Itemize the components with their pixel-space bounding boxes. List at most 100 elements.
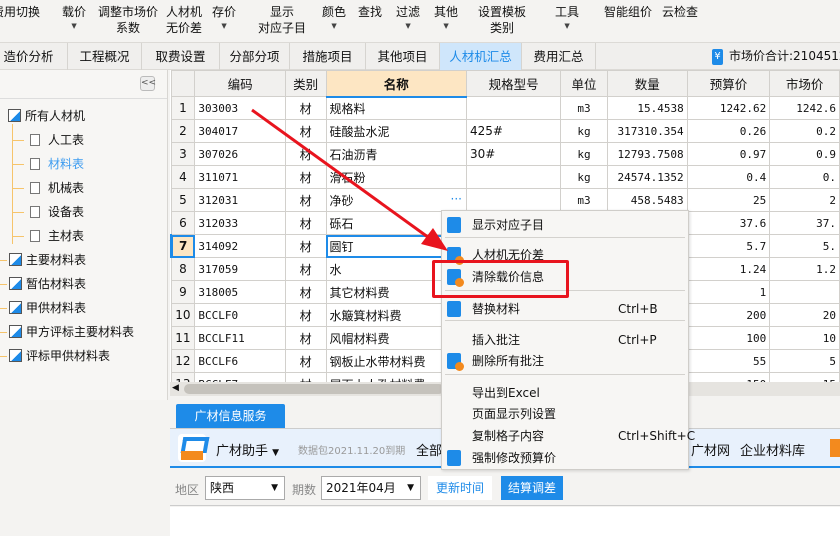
scrollbar-thumb[interactable] bbox=[184, 384, 444, 394]
table-row[interactable]: 5 312031 材净砂 ··· m3 458.5483 25 2 bbox=[170, 188, 840, 212]
tree-item[interactable]: 甲方评标主要材料表 bbox=[0, 324, 134, 340]
column-header[interactable]: 规格型号 bbox=[465, 70, 562, 97]
toolbar-button[interactable]: 智能组价 bbox=[604, 4, 652, 20]
toolbar-button[interactable]: 存价 ▼ bbox=[212, 4, 236, 32]
grid-cell[interactable]: 1.2 bbox=[769, 257, 840, 281]
grid-cell[interactable]: 材 bbox=[284, 142, 327, 166]
toolbar-button[interactable]: 载价 ▼ bbox=[62, 4, 86, 32]
menu-item[interactable]: 显示对应子目 bbox=[442, 215, 688, 235]
column-header[interactable] bbox=[170, 70, 196, 97]
grid-cell[interactable]: 303003 bbox=[194, 96, 286, 120]
grid-cell[interactable]: 材 bbox=[284, 188, 327, 212]
tab-3[interactable]: 分部分项 bbox=[220, 43, 290, 70]
collapse-button[interactable]: << bbox=[140, 76, 156, 91]
grid-cell[interactable]: BCCLF6 bbox=[194, 349, 286, 373]
grid-cell[interactable]: 5 bbox=[170, 188, 196, 212]
toolbar-button[interactable]: 工具 ▼ bbox=[555, 4, 579, 32]
grid-cell[interactable]: 37.6 bbox=[686, 211, 771, 235]
grid-cell[interactable]: 1242.6 bbox=[769, 96, 840, 120]
grid-cell[interactable]: 0.97 bbox=[686, 142, 771, 166]
grid-cell[interactable]: 规格料 bbox=[325, 96, 467, 120]
grid-cell[interactable]: 0.9 bbox=[769, 142, 840, 166]
column-header[interactable]: 编码 bbox=[194, 70, 286, 97]
grid-cell[interactable]: 15.4538 bbox=[606, 96, 688, 120]
grid-cell[interactable]: 硅酸盐水泥 bbox=[325, 119, 467, 143]
menu-item[interactable]: 删除所有批注 bbox=[442, 351, 688, 371]
grid-cell[interactable]: 5.7 bbox=[686, 234, 771, 258]
grid-cell[interactable]: 304017 bbox=[194, 119, 286, 143]
grid-cell[interactable]: 10 bbox=[170, 303, 196, 327]
grid-cell[interactable]: 15 bbox=[769, 372, 840, 382]
grid-cell[interactable]: 材 bbox=[284, 165, 327, 189]
grid-cell[interactable]: 材 bbox=[284, 326, 327, 350]
grid-cell[interactable]: 200 bbox=[686, 303, 771, 327]
grid-cell[interactable]: 材 bbox=[284, 257, 327, 281]
grid-cell[interactable]: 10 bbox=[769, 326, 840, 350]
grid-cell[interactable]: 37. bbox=[769, 211, 840, 235]
grid-cell[interactable]: 材 bbox=[284, 372, 327, 382]
toolbar-button[interactable]: 设置模板 类别 bbox=[478, 4, 526, 36]
tab-4[interactable]: 措施项目 bbox=[290, 43, 366, 70]
assistant-dropdown[interactable]: 广材助手 ▼ bbox=[216, 440, 279, 459]
update-time-button[interactable]: 更新时间 bbox=[428, 476, 492, 500]
tree-item[interactable]: 设备表 bbox=[12, 204, 84, 220]
grid-cell[interactable] bbox=[465, 188, 562, 212]
grid-cell[interactable]: 0.4 bbox=[686, 165, 771, 189]
grid-cell[interactable]: 12793.7508 bbox=[606, 142, 688, 166]
guangcai-net-link[interactable]: 广材网 bbox=[691, 440, 730, 459]
tab-0[interactable]: 造价分析 bbox=[0, 43, 68, 70]
tab-2[interactable]: 取费设置 bbox=[142, 43, 220, 70]
grid-cell[interactable]: 3 bbox=[170, 142, 196, 166]
toolbar-button[interactable]: 过滤 ▼ bbox=[396, 4, 420, 32]
tree-item[interactable]: 暂估材料表 bbox=[0, 276, 86, 292]
grid-cell[interactable]: 312033 bbox=[194, 211, 286, 235]
tree-item[interactable]: 所有人材机 bbox=[8, 108, 85, 124]
grid-cell[interactable]: 0. bbox=[769, 165, 840, 189]
tab-7[interactable]: 费用汇总 bbox=[522, 43, 596, 70]
grid-cell[interactable]: 318005 bbox=[194, 280, 286, 304]
column-header[interactable]: 名称 bbox=[325, 70, 467, 98]
tree-item[interactable]: 主要材料表 bbox=[0, 252, 86, 268]
grid-cell[interactable]: 0.2 bbox=[769, 119, 840, 143]
grid-cell[interactable]: 1.24 bbox=[686, 257, 771, 281]
enterprise-library-link[interactable]: 企业材料库 bbox=[740, 440, 805, 459]
grid-cell[interactable]: 材 bbox=[284, 96, 327, 120]
column-header[interactable]: 类别 bbox=[284, 70, 327, 97]
grid-cell[interactable]: BCCLF11 bbox=[194, 326, 286, 350]
grid-cell[interactable]: 材 bbox=[284, 234, 327, 258]
grid-cell[interactable]: 4 bbox=[170, 165, 196, 189]
grid-cell[interactable]: 净砂 ··· bbox=[325, 188, 467, 212]
all-link[interactable]: 全部 bbox=[416, 440, 442, 459]
grid-cell[interactable]: 2 bbox=[170, 119, 196, 143]
table-row[interactable]: 4 311071 材滑石粉 kg 24574.1352 0.4 0. bbox=[170, 165, 840, 189]
tree-item[interactable]: 评标甲供材料表 bbox=[0, 348, 110, 364]
grid-cell[interactable]: kg bbox=[560, 142, 608, 166]
grid-cell[interactable]: 425# bbox=[465, 119, 562, 143]
grid-cell[interactable]: 458.5483 bbox=[606, 188, 688, 212]
column-header[interactable]: 预算价 bbox=[686, 70, 771, 97]
grid-cell[interactable] bbox=[465, 165, 562, 189]
tab-5[interactable]: 其他项目 bbox=[366, 43, 440, 70]
grid-cell[interactable]: 0.26 bbox=[686, 119, 771, 143]
grid-cell[interactable]: 317310.354 bbox=[606, 119, 688, 143]
table-row[interactable]: 3 307026 材石油沥青 30# kg 12793.7508 0.97 0.9 bbox=[170, 142, 840, 166]
menu-item[interactable]: 导出到Excel bbox=[442, 383, 688, 403]
grid-cell[interactable]: 20 bbox=[769, 303, 840, 327]
toolbar-button[interactable]: 费用切换 bbox=[0, 4, 40, 20]
tree-item[interactable]: 甲供材料表 bbox=[0, 300, 86, 316]
tab-1[interactable]: 工程概况 bbox=[68, 43, 142, 70]
grid-cell[interactable]: 7 bbox=[170, 234, 196, 258]
grid-cell[interactable]: 8 bbox=[170, 257, 196, 281]
grid-cell[interactable]: kg bbox=[560, 119, 608, 143]
grid-cell[interactable]: 材 bbox=[284, 211, 327, 235]
grid-cell[interactable]: 30# bbox=[465, 142, 562, 166]
settle-adjust-button[interactable]: 结算调差 bbox=[501, 476, 563, 500]
grid-cell[interactable] bbox=[769, 280, 840, 304]
grid-cell[interactable]: kg bbox=[560, 165, 608, 189]
toolbar-button[interactable]: 颜色 ▼ bbox=[322, 4, 346, 32]
grid-cell[interactable]: 24574.1352 bbox=[606, 165, 688, 189]
menu-item[interactable]: 插入批注 Ctrl+P bbox=[442, 330, 688, 350]
column-header[interactable]: 数量 bbox=[606, 70, 688, 97]
grid-cell[interactable]: BCCLF7 bbox=[194, 372, 286, 382]
grid-cell[interactable]: 材 bbox=[284, 303, 327, 327]
